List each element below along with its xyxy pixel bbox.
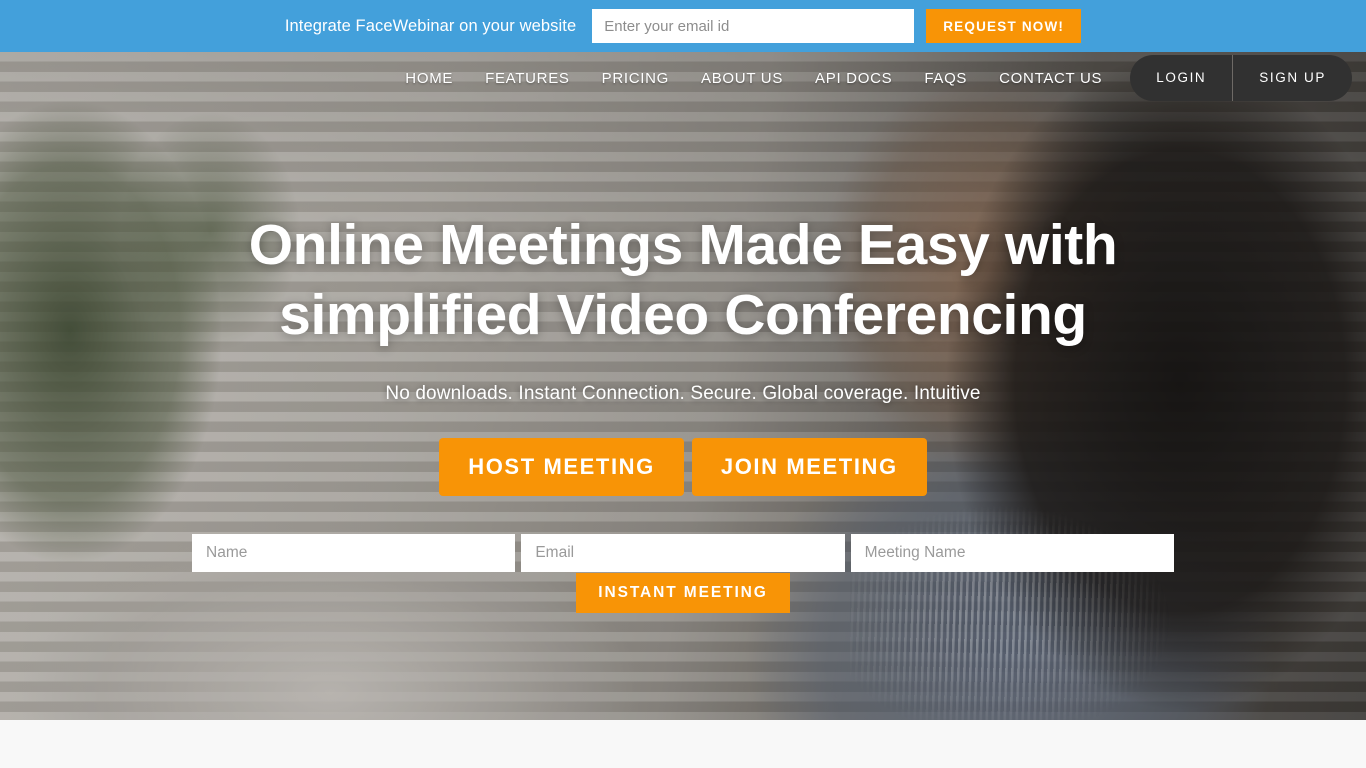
main-navigation: HOME FEATURES PRICING ABOUT US API DOCS … [0, 52, 1366, 104]
hero-cta-row: HOST MEETING JOIN MEETING [439, 438, 927, 496]
hero-section: HOME FEATURES PRICING ABOUT US API DOCS … [0, 52, 1366, 720]
name-input[interactable] [192, 534, 516, 572]
promo-email-input[interactable] [592, 9, 915, 43]
signup-button[interactable]: SIGN UP [1233, 55, 1352, 101]
instant-meeting-form [192, 534, 1174, 572]
hero-headline: Online Meetings Made Easy with simplifie… [248, 213, 1118, 347]
login-button[interactable]: LOGIN [1130, 55, 1232, 101]
instant-meeting-button[interactable]: INSTANT MEETING [576, 573, 790, 613]
nav-links: HOME FEATURES PRICING ABOUT US API DOCS … [389, 70, 1118, 87]
nav-item-pricing[interactable]: PRICING [586, 70, 685, 87]
nav-item-api-docs[interactable]: API DOCS [799, 70, 908, 87]
nav-item-features[interactable]: FEATURES [469, 70, 586, 87]
nav-item-faqs[interactable]: FAQS [908, 70, 983, 87]
nav-item-contact-us[interactable]: CONTACT US [983, 70, 1118, 87]
host-meeting-button[interactable]: HOST MEETING [439, 438, 684, 496]
promo-text: Integrate FaceWebinar on your website [284, 16, 577, 35]
hero-content: Online Meetings Made Easy with simplifie… [0, 52, 1366, 720]
email-input[interactable] [521, 534, 845, 572]
nav-item-home[interactable]: HOME [389, 70, 469, 87]
auth-pill: LOGIN SIGN UP [1130, 55, 1352, 101]
hero-subheadline: No downloads. Instant Connection. Secure… [385, 383, 981, 404]
request-now-button[interactable]: REQUEST NOW! [926, 9, 1082, 43]
meeting-name-input[interactable] [850, 534, 1174, 572]
below-fold-section [0, 720, 1366, 768]
promo-bar: Integrate FaceWebinar on your website RE… [0, 0, 1366, 52]
nav-item-about-us[interactable]: ABOUT US [685, 70, 799, 87]
join-meeting-button[interactable]: JOIN MEETING [691, 438, 927, 496]
